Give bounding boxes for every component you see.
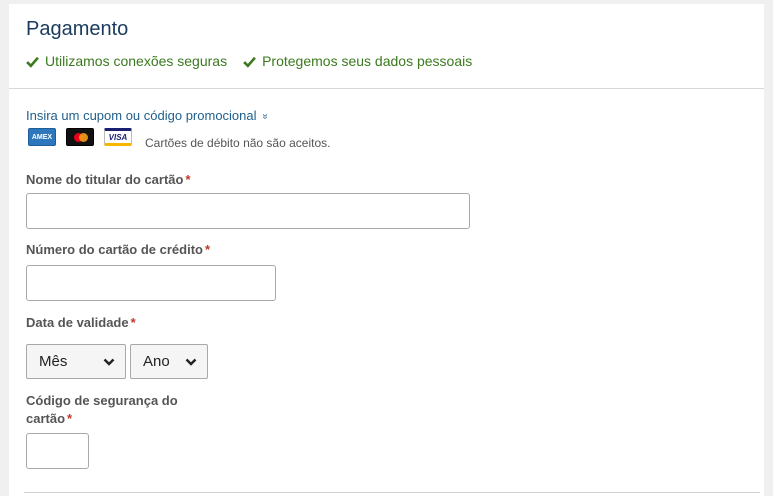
- required-marker: *: [204, 242, 211, 257]
- required-marker: *: [130, 315, 136, 330]
- check-icon: [243, 56, 256, 68]
- security-code-label-text: Código de segurança do cartão: [26, 393, 178, 426]
- required-marker: *: [67, 411, 73, 426]
- holder-name-label-text: Nome do titular do cartão: [26, 172, 184, 187]
- holder-name-label: Nome do titular do cartão *: [26, 172, 191, 187]
- required-marker: *: [185, 172, 191, 187]
- expiry-month-value: Mês: [39, 353, 68, 370]
- card-number-label: Número do cartão de crédito *: [26, 242, 210, 257]
- form-bottom-divider: [24, 492, 760, 493]
- expiry-date-label: Data de validade *: [26, 315, 136, 330]
- expiry-year-select[interactable]: Ano: [130, 344, 208, 379]
- double-chevron-down-icon: »: [258, 113, 270, 118]
- data-protection-text: Protegemos seus dados pessoais: [262, 53, 473, 69]
- debit-cards-note: Cartões de débito não são aceitos.: [145, 136, 331, 150]
- card-number-label-text: Número do cartão de crédito: [26, 242, 203, 257]
- security-code-input[interactable]: [26, 433, 89, 469]
- expiry-date-label-text: Data de validade: [26, 315, 129, 330]
- card-number-input[interactable]: [26, 265, 276, 301]
- accepted-cards: AMEX VISA Cartões de débito não são acei…: [28, 128, 330, 150]
- secure-connection-badge: Utilizamos conexões seguras: [26, 53, 227, 69]
- holder-name-input[interactable]: [26, 193, 470, 229]
- expiry-month-select[interactable]: Mês: [26, 344, 126, 379]
- visa-card-icon: VISA: [104, 128, 132, 146]
- coupon-link-label: Insira um cupom ou código promocional: [26, 108, 257, 123]
- check-icon: [26, 56, 39, 68]
- security-badges: Utilizamos conexões seguras Protegemos s…: [26, 53, 488, 69]
- header-divider: [9, 88, 764, 89]
- secure-connection-text: Utilizamos conexões seguras: [45, 53, 228, 69]
- data-protection-badge: Protegemos seus dados pessoais: [243, 53, 472, 69]
- chevron-down-icon: [185, 358, 197, 366]
- mastercard-card-icon: [66, 128, 94, 146]
- payment-panel: Pagamento Utilizamos conexões seguras Pr…: [9, 4, 764, 496]
- page-title: Pagamento: [26, 18, 129, 40]
- amex-card-icon: AMEX: [28, 128, 56, 146]
- security-code-label: Código de segurança do cartão *: [26, 392, 196, 428]
- coupon-link[interactable]: Insira um cupom ou código promocional »: [26, 108, 270, 123]
- chevron-down-icon: [103, 358, 115, 366]
- expiry-year-value: Ano: [143, 353, 170, 370]
